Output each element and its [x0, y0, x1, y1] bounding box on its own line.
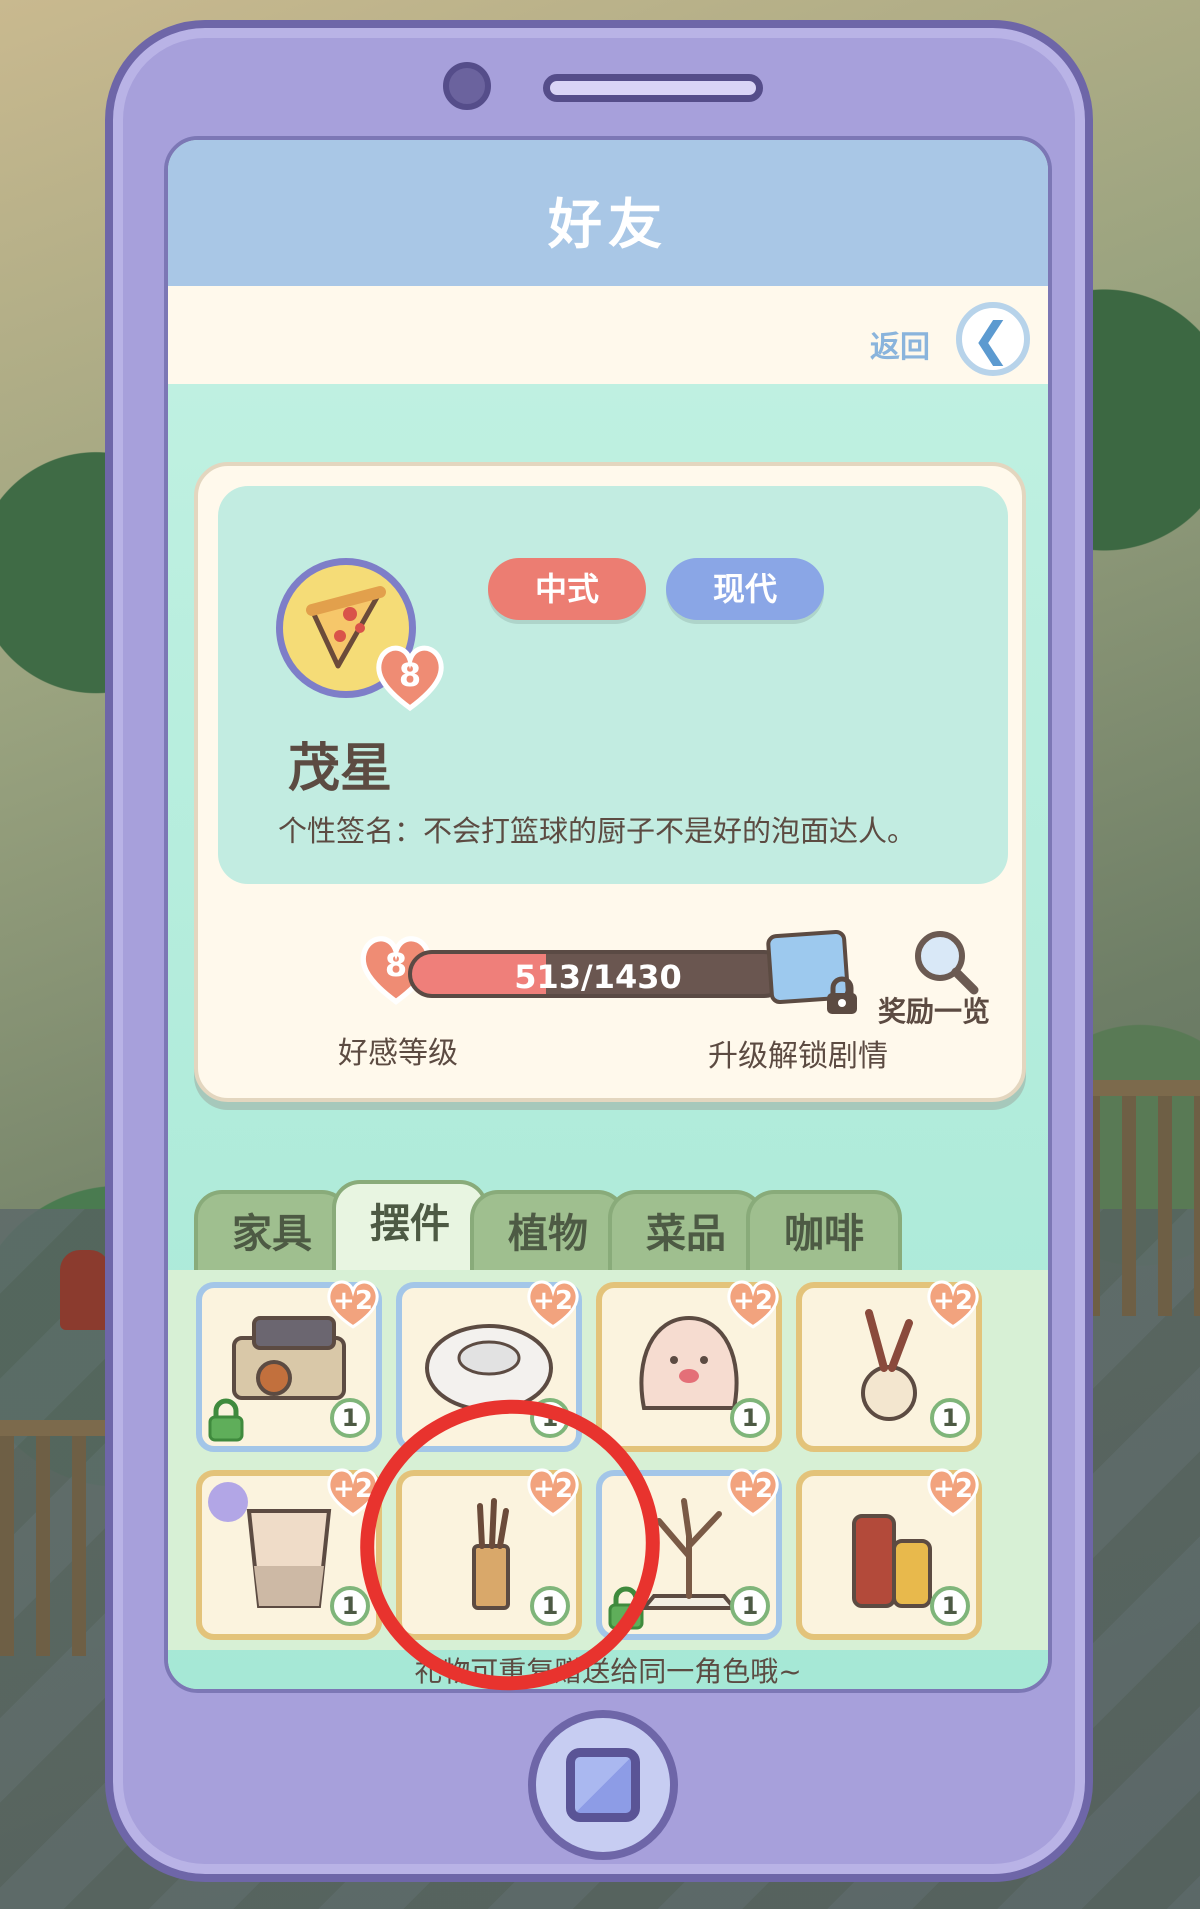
- profile-card: 8 中式 现代 茂星 个性签名：不会打篮球的厨子不是好的泡面达人。 8 513/…: [194, 462, 1026, 1102]
- affection-level-label: 好感等级: [338, 1036, 458, 1071]
- lock-icon: [208, 1398, 244, 1442]
- bonus-heart: +2: [922, 1274, 984, 1330]
- bonus-value: +2: [733, 1286, 773, 1316]
- profile-info-panel: 8 中式 现代 茂星 个性签名：不会打篮球的厨子不是好的泡面达人。: [218, 486, 1008, 884]
- level-number: 8: [398, 656, 422, 694]
- tab-plants[interactable]: 植物: [470, 1190, 626, 1272]
- bonus-value: +2: [333, 1286, 373, 1316]
- level-heart-badge: 8: [370, 636, 450, 716]
- reward-list-label[interactable]: 奖励一览: [878, 990, 990, 1030]
- phone-speaker: [543, 74, 763, 102]
- gift-item[interactable]: +2 1: [196, 1280, 382, 1452]
- bonus-heart: +2: [722, 1274, 784, 1330]
- tab-coffee[interactable]: 咖啡: [746, 1190, 902, 1272]
- item-count: 1: [930, 1398, 970, 1438]
- gift-hint-text: 礼物可重复赠送给同一角色哦~: [414, 1655, 802, 1688]
- affection-progress-bar: 513/1430: [408, 950, 788, 998]
- home-button[interactable]: [528, 1710, 678, 1860]
- gift-item[interactable]: +2 1: [196, 1468, 382, 1640]
- gift-item[interactable]: +2 1: [796, 1280, 982, 1452]
- bonus-value: +2: [933, 1286, 973, 1316]
- back-button[interactable]: ❮: [956, 302, 1030, 376]
- gift-item[interactable]: +2 1: [796, 1468, 982, 1640]
- bonus-heart: +2: [322, 1274, 384, 1330]
- style-tag-chinese: 中式: [488, 558, 646, 620]
- title-bar: 好友: [168, 140, 1048, 286]
- phone-camera: [443, 62, 491, 110]
- category-tabs: 家具 摆件 植物 菜品 咖啡: [194, 1180, 1034, 1272]
- bonus-value: +2: [533, 1286, 573, 1316]
- item-count: 1: [730, 1398, 770, 1438]
- item-count: 1: [330, 1398, 370, 1438]
- character-name: 茂星: [288, 739, 393, 799]
- bonus-value: +2: [933, 1474, 973, 1504]
- bonus-heart: +2: [522, 1274, 584, 1330]
- tab-furniture[interactable]: 家具: [194, 1190, 350, 1272]
- bonus-heart: +2: [922, 1462, 984, 1518]
- bonus-heart: +2: [722, 1462, 784, 1518]
- unlock-story-label: 升级解锁剧情: [708, 1039, 888, 1074]
- home-square-icon: [566, 1748, 640, 1822]
- gift-item[interactable]: +2 1: [596, 1280, 782, 1452]
- affection-progress-text: 513/1430: [514, 958, 682, 996]
- magnifier-icon[interactable]: [910, 926, 980, 996]
- chevron-left-icon: ❮: [971, 312, 1011, 366]
- back-label[interactable]: 返回: [870, 322, 930, 366]
- page-title: 好友: [548, 193, 668, 256]
- character-signature: 个性签名：不会打篮球的厨子不是好的泡面达人。: [278, 814, 917, 848]
- tab-dishes[interactable]: 菜品: [608, 1190, 764, 1272]
- lock-icon: [827, 976, 857, 1014]
- item-count: 1: [730, 1586, 770, 1626]
- item-count: 1: [330, 1586, 370, 1626]
- style-tag-modern: 现代: [666, 558, 824, 620]
- tab-ornaments[interactable]: 摆件: [332, 1180, 488, 1272]
- fire-hydrant: [60, 1250, 110, 1330]
- bonus-value: +2: [733, 1474, 773, 1504]
- item-count: 1: [930, 1586, 970, 1626]
